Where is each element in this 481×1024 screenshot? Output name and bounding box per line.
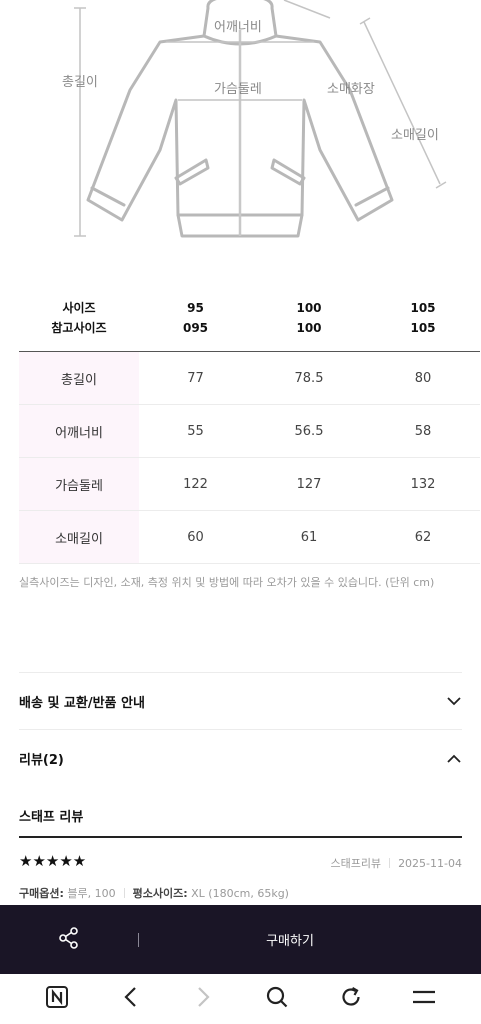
diagram-label-chest: 가슴둘레	[214, 82, 262, 97]
back-button[interactable]	[110, 979, 150, 1019]
row-label: 총길이	[19, 352, 139, 404]
row-value: 55	[187, 423, 204, 439]
row-value: 80	[414, 370, 432, 386]
row-value: 78.5	[294, 370, 324, 386]
header-size-label: 사이즈	[62, 301, 96, 315]
staff-review-title: 스태프 리뷰	[19, 810, 84, 825]
refresh-icon	[340, 986, 362, 1012]
header-size-cell: 95 095	[139, 285, 252, 351]
size-row-total-length: 총길이 77 78.5 80	[19, 352, 480, 405]
menu-button[interactable]	[404, 979, 444, 1019]
share-icon	[59, 926, 79, 953]
row-value: 56.5	[294, 423, 324, 439]
size-diagram: 총길이 어깨너비 가슴둘레 소매화장 소매길이	[0, 0, 481, 250]
header-size-value: 105	[410, 301, 436, 315]
row-value: 61	[300, 529, 318, 545]
usual-size: 평소사이즈: XL (180cm, 65kg)	[133, 885, 289, 901]
chevron-up-icon	[446, 750, 462, 766]
diagram-label-shoulder-width: 어깨너비	[214, 20, 262, 35]
header-size-value: 100	[296, 301, 322, 315]
row-label: 가슴둘레	[19, 458, 139, 510]
diagram-label-sleeve-hwajang: 소매화장	[327, 82, 375, 97]
search-button[interactable]	[257, 979, 297, 1019]
row-value: 60	[187, 529, 204, 545]
review-date: 2025-11-04	[398, 856, 462, 870]
size-row-chest: 가슴둘레 122 127 132	[19, 458, 480, 511]
divider	[389, 858, 391, 868]
review-meta: 스태프리뷰 2025-11-04	[330, 855, 462, 871]
naver-icon	[45, 985, 69, 1013]
refresh-button[interactable]	[331, 979, 371, 1019]
purchase-option-label: 구매옵션:	[19, 887, 64, 900]
search-icon	[266, 986, 288, 1012]
accordion-title: 리뷰(2)	[19, 752, 64, 768]
size-row-shoulder-width: 어깨너비 55 56.5 58	[19, 405, 480, 458]
size-table: 사이즈 참고사이즈 95 095 100 100 105 105 총길이 77 …	[19, 285, 480, 564]
size-table-header: 사이즈 참고사이즈 95 095 100 100 105 105	[19, 285, 480, 352]
diagram-label-total-length: 총길이	[62, 75, 98, 90]
divider	[123, 888, 125, 898]
row-value: 122	[183, 476, 208, 492]
row-value: 58	[414, 423, 432, 439]
row-value: 77	[187, 370, 204, 386]
purchase-bar: 구매하기	[0, 905, 481, 974]
browser-navigation-bar	[0, 974, 481, 1024]
review-divider	[19, 836, 462, 838]
back-icon	[123, 986, 137, 1012]
row-value: 127	[296, 476, 322, 492]
shipping-exchange-accordion[interactable]: 배송 및 교환/반품 안내	[19, 672, 462, 729]
header-size-cell: 105 105	[366, 285, 480, 351]
reviews-accordion[interactable]: 리뷰(2)	[19, 729, 462, 786]
size-row-sleeve-length: 소매길이 60 61 62	[19, 511, 480, 564]
size-disclaimer: 실측사이즈는 디자인, 소재, 측정 위치 및 방법에 따라 오차가 있을 수 …	[19, 576, 435, 589]
buy-button[interactable]: 구매하기	[139, 905, 481, 974]
purchase-option: 구매옵션: 블루, 100	[19, 885, 116, 901]
purchase-option-value: 블루, 100	[67, 887, 116, 900]
header-reference-size-label: 참고사이즈	[51, 321, 107, 335]
usual-size-label: 평소사이즈:	[132, 887, 188, 900]
menu-icon	[412, 989, 436, 1009]
row-label: 어깨너비	[19, 405, 139, 457]
share-button[interactable]	[0, 905, 138, 974]
header-size-value: 95	[187, 301, 204, 315]
header-reference-size-value: 105	[410, 321, 436, 335]
row-label: 소매길이	[19, 511, 139, 563]
review-options: 구매옵션: 블루, 100 평소사이즈: XL (180cm, 65kg)	[19, 885, 289, 901]
row-value: 62	[414, 529, 432, 545]
row-value: 132	[410, 476, 436, 492]
chevron-down-icon	[446, 693, 462, 709]
header-reference-size-value: 095	[182, 321, 209, 335]
forward-button[interactable]	[184, 979, 224, 1019]
usual-size-value: XL (180cm, 65kg)	[191, 887, 289, 900]
header-label-cell: 사이즈 참고사이즈	[19, 285, 139, 351]
diagram-label-sleeve-length: 소매길이	[391, 128, 439, 143]
star-rating: ★★★★★	[19, 852, 87, 870]
forward-icon	[197, 986, 211, 1012]
review-author: 스태프리뷰	[330, 857, 382, 870]
naver-home-button[interactable]	[37, 979, 77, 1019]
header-size-cell: 100 100	[252, 285, 366, 351]
accordion-title: 배송 및 교환/반품 안내	[19, 695, 145, 711]
header-reference-size-value: 100	[296, 321, 322, 335]
